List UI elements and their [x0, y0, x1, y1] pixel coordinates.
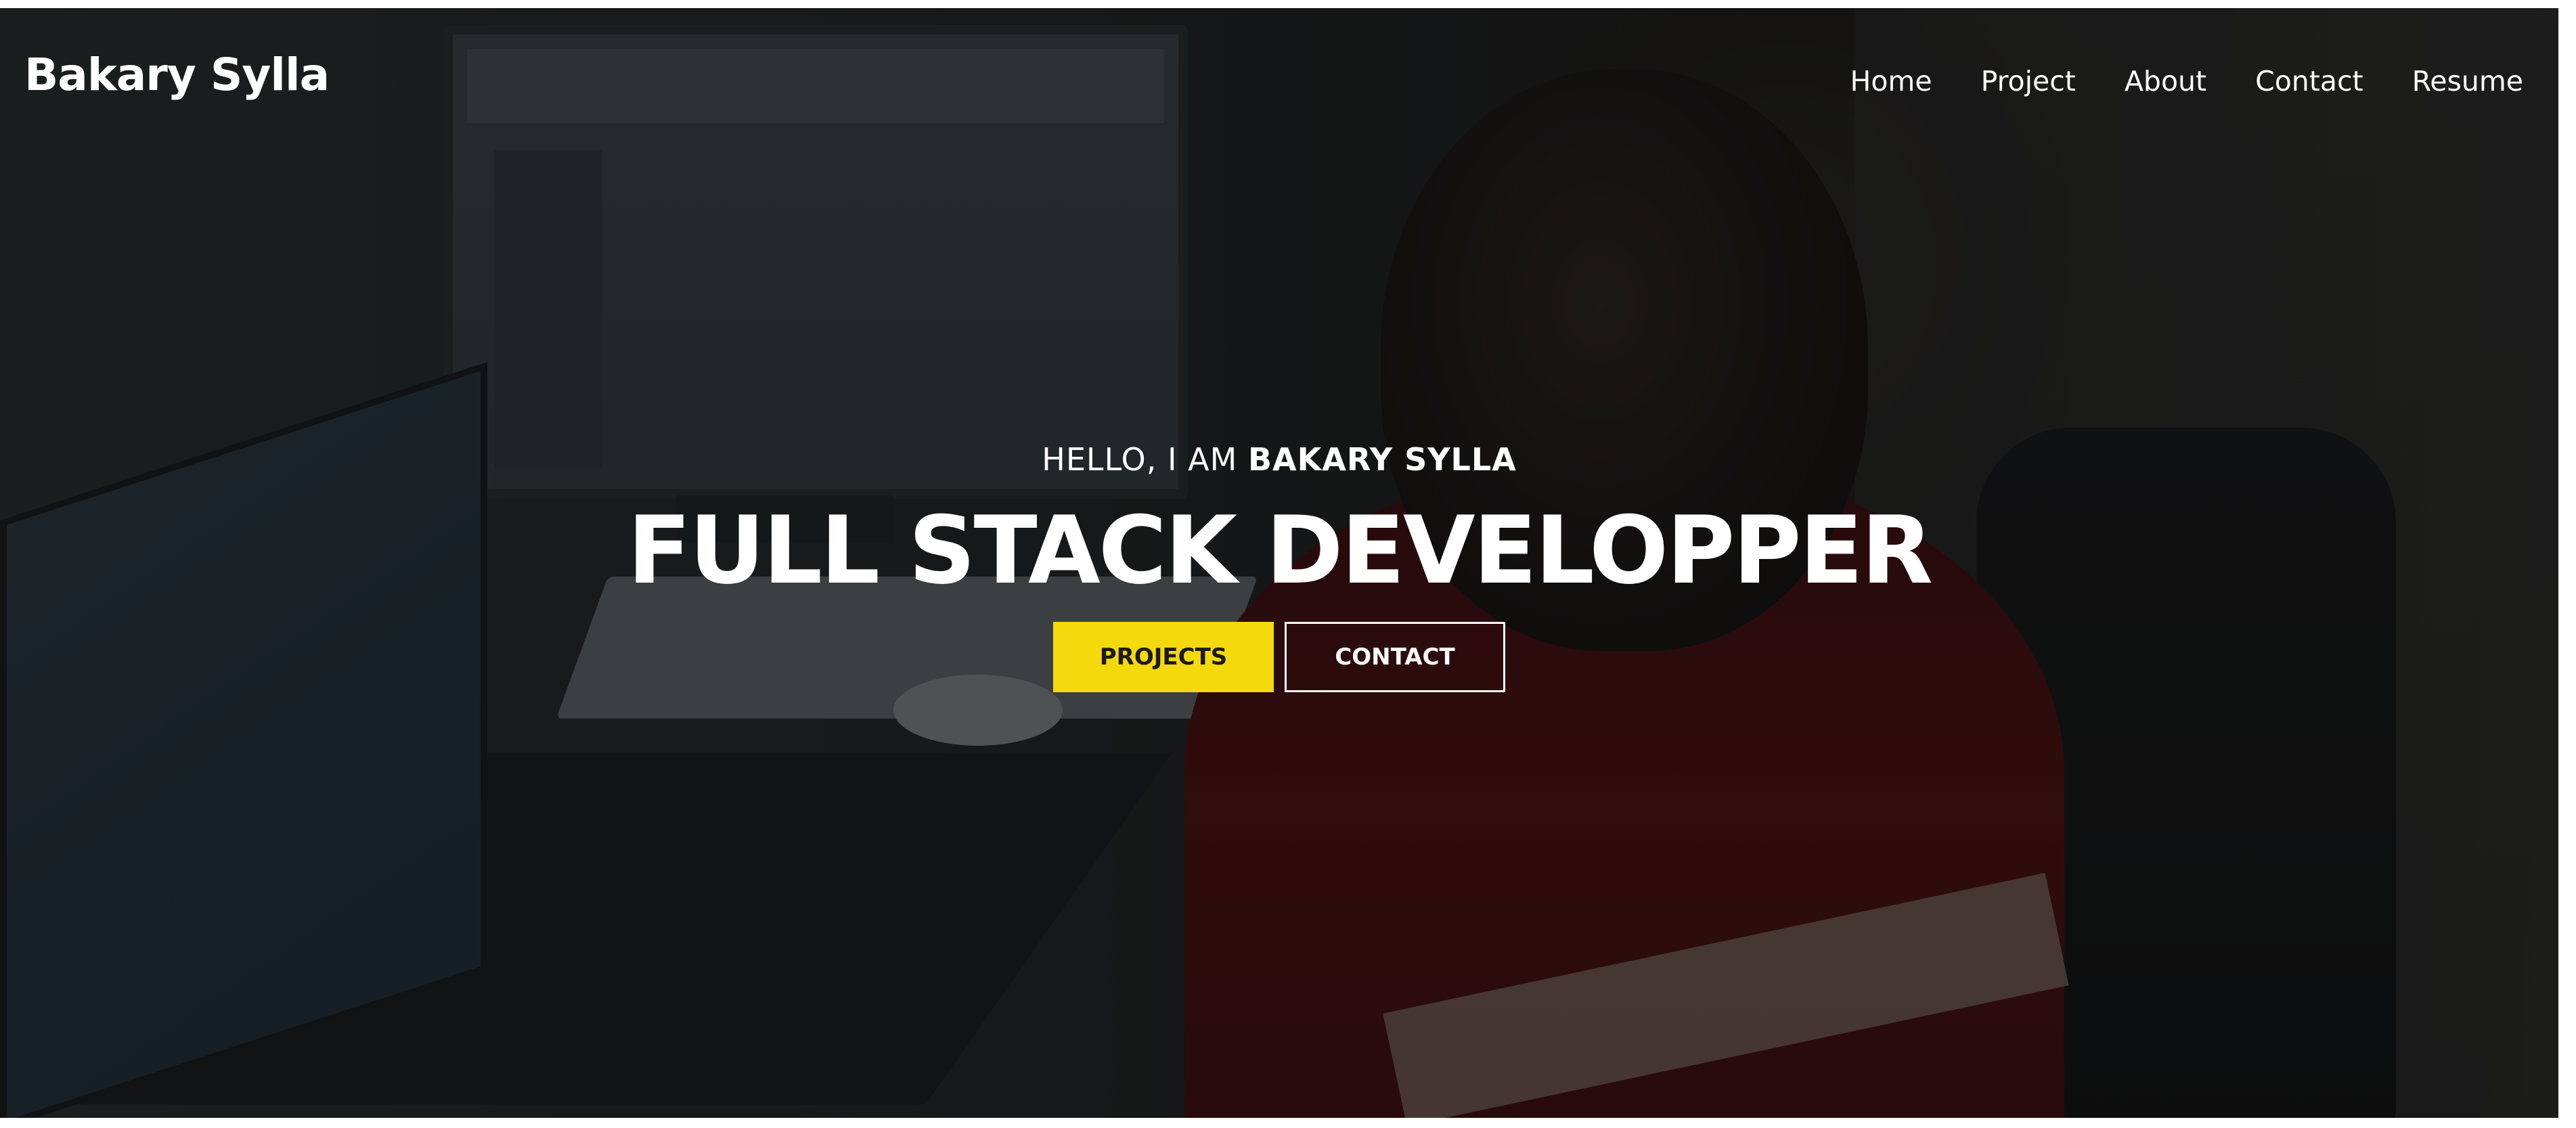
brand-logo-link[interactable]: Bakary Sylla — [24, 49, 330, 101]
hero-greeting-name: BAKARY SYLLA — [1247, 441, 1517, 478]
page: Bakary Sylla Home Project About Contact … — [0, 0, 2576, 1128]
hero-buttons: PROJECTS CONTACT — [0, 621, 2558, 692]
contact-button[interactable]: CONTACT — [1285, 621, 1505, 692]
hero-greeting: HELLO, I AM BAKARY SYLLA — [0, 441, 2558, 478]
hero-content: HELLO, I AM BAKARY SYLLA FULL STACK DEVE… — [0, 441, 2558, 692]
nav-link-resume[interactable]: Resume — [2412, 65, 2523, 97]
main-nav: Home Project About Contact Resume — [1850, 65, 2523, 97]
nav-link-about[interactable]: About — [2125, 65, 2206, 97]
hero-greeting-prefix: HELLO, I AM — [1042, 441, 1248, 478]
nav-link-home[interactable]: Home — [1850, 65, 1932, 97]
projects-button[interactable]: PROJECTS — [1053, 621, 1274, 692]
nav-link-contact[interactable]: Contact — [2255, 65, 2363, 97]
nav-link-project[interactable]: Project — [1981, 65, 2076, 97]
hero-section: Bakary Sylla Home Project About Contact … — [0, 8, 2558, 1118]
hero-headline: FULL STACK DEVELOPPER — [627, 496, 1933, 605]
